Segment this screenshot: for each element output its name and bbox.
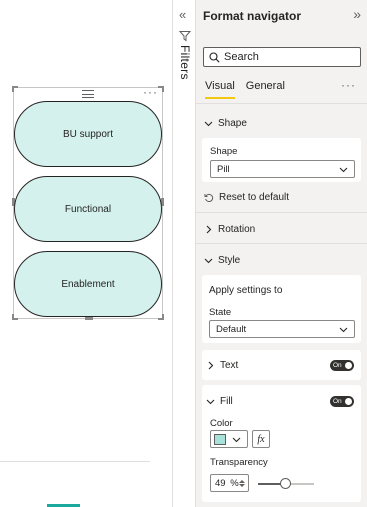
transparency-value-input[interactable] xyxy=(215,477,230,489)
resize-handle-top-left[interactable] xyxy=(12,86,18,92)
shape-card: Shape Pill xyxy=(202,138,361,182)
more-options-icon[interactable]: ··· xyxy=(143,85,158,99)
transparency-field-label: Transparency xyxy=(210,457,268,468)
canvas-divider xyxy=(0,461,150,462)
format-pane: Format navigator » Visual General ··· Sh… xyxy=(196,0,367,507)
drag-grip-icon[interactable] xyxy=(82,90,94,98)
text-toggle[interactable]: On xyxy=(330,360,354,371)
filters-label[interactable]: Filters xyxy=(178,45,192,80)
shape-dropdown-value: Pill xyxy=(217,163,230,175)
filters-rail: « Filters xyxy=(172,0,196,507)
conditional-format-fx-button[interactable]: fx xyxy=(252,430,270,448)
section-header-style[interactable]: Style xyxy=(204,255,240,266)
button-slicer-visual[interactable]: ··· BU support Functional Enablement xyxy=(12,85,164,320)
section-header-text[interactable]: Text xyxy=(206,360,238,371)
pane-divider xyxy=(196,103,367,104)
chevron-right-icon xyxy=(206,225,212,234)
section-title: Shape xyxy=(218,118,247,129)
double-chevron-right-icon[interactable]: » xyxy=(353,7,361,21)
state-dropdown-value: Default xyxy=(216,323,247,335)
search-icon xyxy=(209,51,220,63)
color-picker[interactable] xyxy=(210,430,248,448)
chevron-down-icon xyxy=(232,437,241,442)
pill-button-functional[interactable]: Functional xyxy=(14,176,162,242)
toggle-knob xyxy=(345,398,352,405)
toggle-knob xyxy=(345,362,352,369)
chevron-down-icon xyxy=(204,258,213,264)
section-header-fill[interactable]: Fill xyxy=(206,396,233,407)
section-title: Text xyxy=(220,360,239,371)
pane-title: Format navigator xyxy=(203,9,302,23)
double-chevron-left-icon[interactable]: « xyxy=(179,8,186,21)
chevron-down-icon xyxy=(204,121,213,127)
tab-visual[interactable]: Visual xyxy=(205,80,235,99)
state-dropdown[interactable]: Default xyxy=(209,320,355,338)
chevron-down-icon xyxy=(339,167,348,173)
chevron-right-icon xyxy=(208,361,214,370)
search-box[interactable] xyxy=(203,47,361,67)
chevron-down-icon xyxy=(206,399,215,405)
pill-button-bu-support[interactable]: BU support xyxy=(14,101,162,167)
section-divider xyxy=(196,212,367,213)
section-title: Fill xyxy=(220,396,233,407)
toggle-label: On xyxy=(333,398,342,405)
report-canvas[interactable]: ··· BU support Functional Enablement xyxy=(0,0,172,507)
state-field-label: State xyxy=(209,307,232,318)
reset-icon xyxy=(204,193,214,202)
chevron-down-icon xyxy=(339,327,348,333)
pane-tabs: Visual General xyxy=(205,80,285,99)
section-title: Style xyxy=(218,255,241,266)
section-divider xyxy=(196,243,367,244)
pill-button-label: BU support xyxy=(62,128,114,140)
transparency-unit: % xyxy=(230,477,239,489)
color-swatch xyxy=(214,433,226,445)
toggle-label: On xyxy=(333,362,342,369)
funnel-icon[interactable] xyxy=(179,30,191,42)
color-field-label: Color xyxy=(210,418,233,429)
tab-general[interactable]: General xyxy=(246,80,285,99)
pill-button-label: Enablement xyxy=(61,278,115,290)
more-options-icon[interactable]: ··· xyxy=(341,78,356,92)
style-card: Apply settings to State Default xyxy=(202,275,361,343)
pill-button-enablement[interactable]: Enablement xyxy=(14,251,162,317)
section-header-rotation[interactable]: Rotation xyxy=(204,224,255,235)
transparency-number-input[interactable]: % xyxy=(210,474,249,492)
section-title: Rotation xyxy=(218,224,256,235)
reset-to-default-button[interactable]: Reset to default xyxy=(204,192,289,203)
slider-thumb[interactable] xyxy=(280,478,292,489)
transparency-slider[interactable] xyxy=(258,478,314,489)
resize-handle-top-right[interactable] xyxy=(158,86,164,92)
spin-buttons[interactable] xyxy=(238,479,245,487)
resize-handle-bottom[interactable] xyxy=(85,317,93,320)
fill-card: Fill On Color fx Transparency % xyxy=(202,385,361,502)
reset-label: Reset to default xyxy=(219,192,290,203)
section-header-shape[interactable]: Shape xyxy=(204,118,247,129)
fill-toggle[interactable]: On xyxy=(330,396,354,407)
search-input[interactable] xyxy=(224,51,354,63)
pill-button-label: Functional xyxy=(64,203,112,215)
apply-settings-label: Apply settings to xyxy=(209,285,283,296)
resize-handle-bottom-left[interactable] xyxy=(12,314,18,320)
shape-field-label: Shape xyxy=(210,146,238,157)
text-card: Text On xyxy=(202,350,361,380)
resize-handle-bottom-right[interactable] xyxy=(158,314,164,320)
shape-dropdown[interactable]: Pill xyxy=(210,160,355,178)
